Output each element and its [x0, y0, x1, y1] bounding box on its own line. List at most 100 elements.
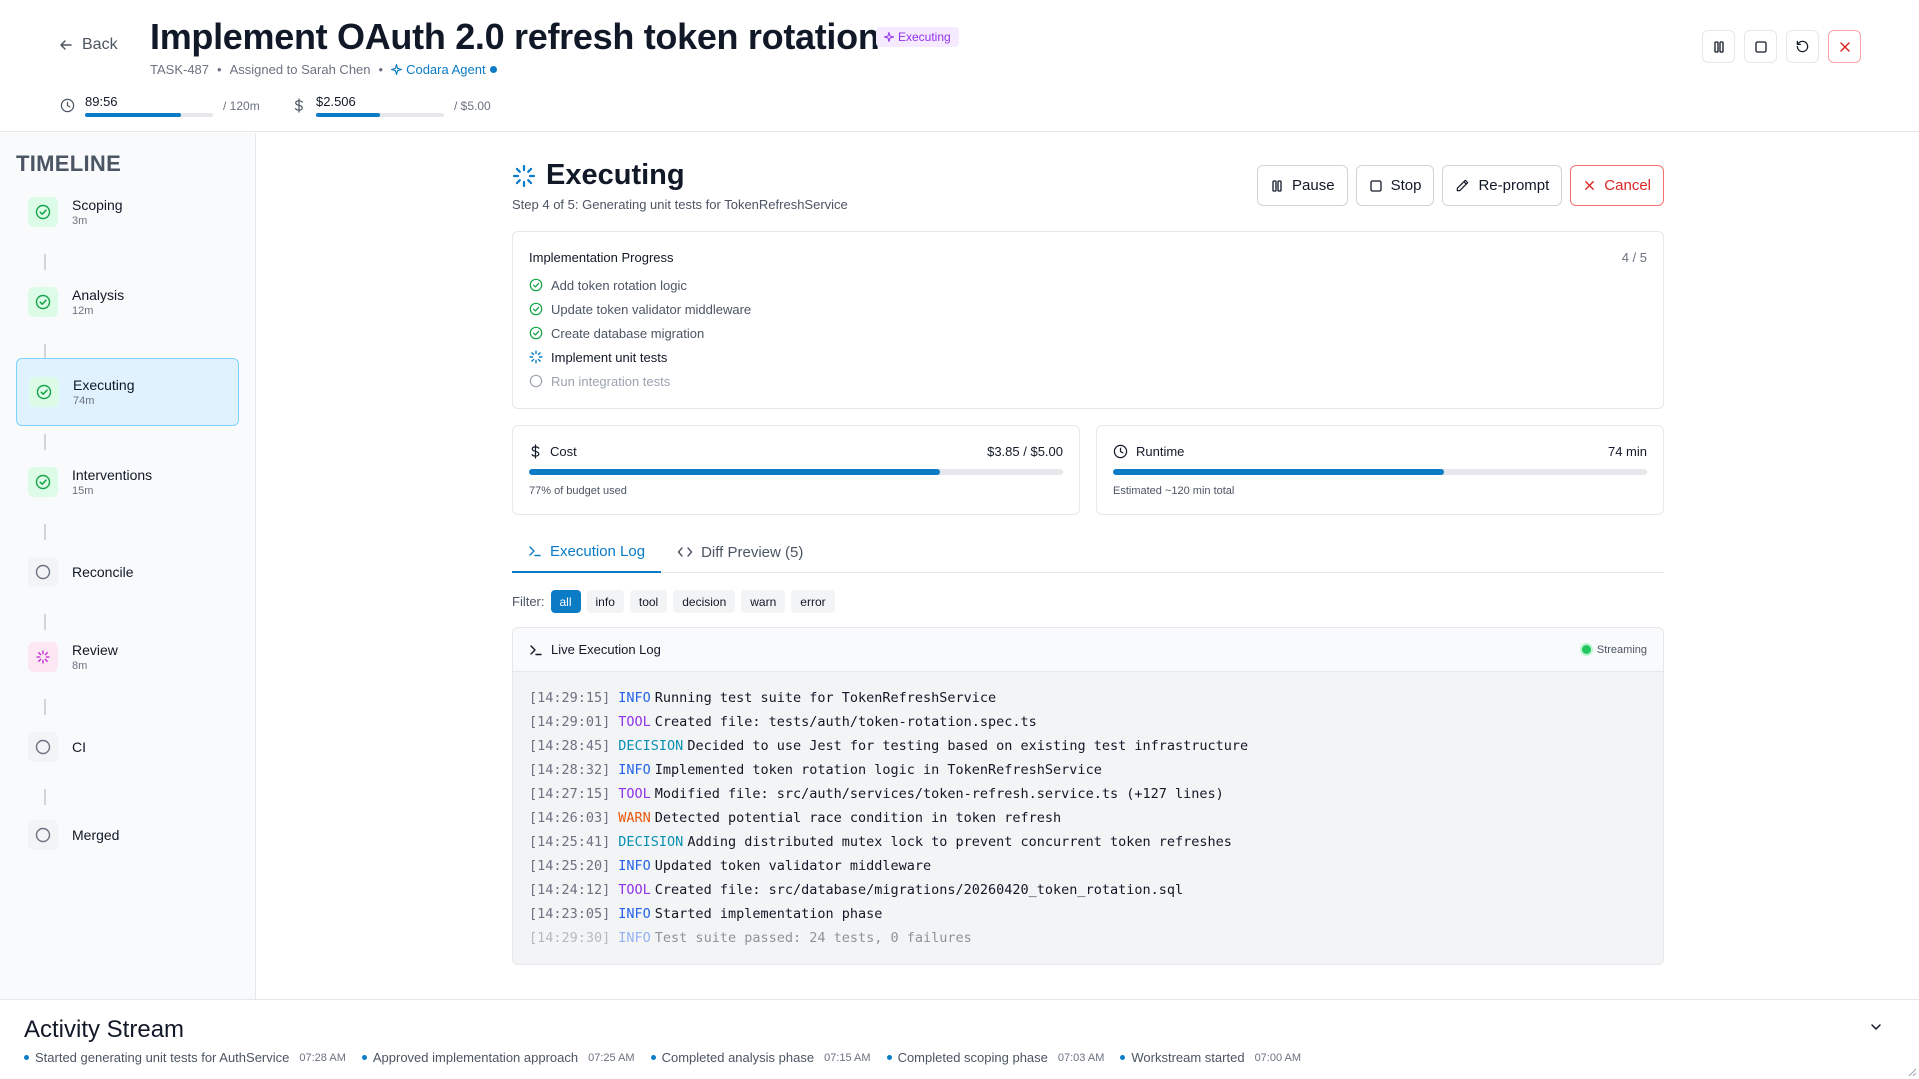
- activity-event: Approved implementation approach 07:25 AM: [361, 1050, 635, 1065]
- pause-window-button[interactable]: [1702, 30, 1735, 63]
- cost-bar: [529, 469, 1063, 475]
- dollar-icon: [531, 444, 540, 459]
- cost-label: Cost: [550, 444, 577, 459]
- timeline-item-scoping[interactable]: Scoping 3m: [16, 178, 239, 246]
- log-line: [14:25:41] DECISION Adding distributed mut…: [529, 830, 1647, 854]
- close-window-button[interactable]: [1828, 30, 1861, 63]
- tab-diff-preview[interactable]: Diff Preview (5): [661, 531, 819, 573]
- activity-event: Started generating unit tests for AuthSe…: [24, 1050, 346, 1065]
- cost-note: 77% of budget used: [529, 485, 627, 497]
- reprompt-button[interactable]: Re-prompt: [1442, 165, 1563, 206]
- timeline-item-time: 8m: [72, 660, 88, 672]
- log-timestamp: [14:26:03]: [529, 810, 611, 826]
- log-line: [14:28:32] INFO Implemented token rotation…: [529, 758, 1647, 782]
- timeline-item-executing[interactable]: Executing 74m: [16, 358, 239, 426]
- close-icon: [1839, 41, 1850, 52]
- meta-separator: •: [378, 62, 384, 77]
- log-line: [14:27:15] TOOL Modified file: src/auth/se…: [529, 782, 1647, 806]
- log-timestamp: [14:29:15]: [529, 690, 611, 706]
- back-button[interactable]: Back: [58, 36, 118, 54]
- time-used: 89:56: [85, 94, 118, 109]
- log-level: TOOL: [618, 786, 651, 802]
- timeline-item-ci[interactable]: CI: [16, 713, 239, 781]
- log-level: WARN: [618, 810, 651, 826]
- stop-window-button[interactable]: [1744, 30, 1777, 63]
- progress-item-label: Update token validator middleware: [551, 301, 752, 317]
- filter-label: Filter:: [512, 594, 545, 609]
- log-line: [14:29:15] INFO Running test suite for Tok…: [529, 686, 1647, 710]
- activity-event-text: Approved implementation approach: [372, 1050, 579, 1065]
- runtime-card: Runtime 74 min Estimated ~120 min total: [1096, 425, 1664, 515]
- meta-separator: •: [217, 62, 222, 77]
- timeline-item-label: Merged: [72, 827, 120, 843]
- agent-link[interactable]: Codara Agent: [391, 62, 497, 77]
- timeline-item-time: 74m: [73, 395, 95, 407]
- log-line: [14:29:30] INFO Test suite passed: 24 test…: [529, 926, 1647, 950]
- timeline-item-analysis[interactable]: Analysis 12m: [16, 268, 239, 336]
- pause-button[interactable]: Pause: [1257, 165, 1348, 206]
- activity-dot: [361, 1055, 367, 1060]
- activity-title: Activity Stream: [24, 1016, 185, 1043]
- stop-label: Stop: [1390, 177, 1422, 194]
- time-progress-fill: [85, 113, 181, 117]
- code-icon: [677, 547, 693, 557]
- timeline-sidebar: TIMELINE Scoping 3m Analysis 12m Executing 74…: [0, 133, 256, 999]
- timeline-item-review[interactable]: Review 8m: [16, 623, 239, 691]
- progress-item: Implement unit tests: [529, 345, 1647, 369]
- filter-chip-tool[interactable]: tool: [629, 590, 668, 613]
- execution-subtitle: Step 4 of 5: Generating unit tests for T…: [512, 197, 848, 212]
- stop-icon: [1369, 179, 1382, 192]
- cost-progress-fill: [316, 113, 380, 117]
- restart-window-button[interactable]: [1786, 30, 1819, 63]
- activity-dot: [24, 1055, 29, 1060]
- back-label: Back: [82, 36, 118, 53]
- activity-event-time: 07:03 AM: [1057, 1051, 1105, 1064]
- activity-event: Completed analysis phase 07:15 AM: [650, 1050, 871, 1065]
- close-icon: [1585, 181, 1595, 190]
- circle-icon: [28, 732, 58, 762]
- spinner-icon: [512, 164, 536, 187]
- tab-execution-log[interactable]: Execution Log: [512, 531, 662, 573]
- activity-event-text: Started generating unit tests for AuthSe…: [35, 1050, 290, 1065]
- streaming-indicator: Streaming: [1581, 644, 1647, 656]
- log-body[interactable]: [14:29:15] INFO Running test suite for Tok…: [513, 672, 1663, 964]
- timeline-item-merged[interactable]: Merged: [16, 801, 239, 869]
- cancel-button[interactable]: Cancel: [1570, 165, 1664, 206]
- log-line: [14:23:05] INFO Started implementation pha…: [529, 902, 1647, 926]
- timeline-title: TIMELINE: [16, 151, 122, 176]
- execution-heading: Executing: [512, 159, 685, 192]
- filter-chip-all[interactable]: all: [550, 590, 581, 613]
- check-circle-icon: [529, 302, 543, 316]
- clock-icon: [1113, 444, 1128, 459]
- activity-event-text: Completed analysis phase: [661, 1050, 815, 1065]
- log-timestamp: [14:27:15]: [529, 786, 611, 802]
- timeline-item-label: Reconcile: [72, 564, 134, 580]
- status-badge-label: Executing: [898, 30, 951, 44]
- agent-status-dot: [489, 66, 497, 73]
- log-line: [14:29:01] TOOL Created file: tests/auth/t…: [529, 710, 1647, 734]
- activity-dot: [1120, 1055, 1126, 1060]
- timeline-item-label: Executing: [73, 377, 135, 393]
- log-level: INFO: [618, 906, 651, 922]
- timeline-item-label: Review: [72, 642, 118, 658]
- resize-handle[interactable]: [1905, 1065, 1917, 1077]
- filter-chip-warn[interactable]: warn: [741, 590, 786, 613]
- collapse-activity-button[interactable]: [1869, 1020, 1883, 1034]
- runtime-value: 74 min: [1607, 444, 1647, 459]
- log-level: TOOL: [618, 882, 651, 898]
- filter-chip-info[interactable]: info: [586, 590, 624, 613]
- log-title: Live Execution Log: [551, 642, 661, 657]
- progress-title: Implementation Progress: [529, 250, 674, 265]
- timeline-item-interventions[interactable]: Interventions 15m: [16, 448, 239, 516]
- stop-button[interactable]: Stop: [1355, 165, 1435, 206]
- log-message: Adding distributed mutex lock to prevent…: [687, 834, 1232, 850]
- timeline-item-time: 12m: [72, 305, 94, 317]
- arrow-left-icon: [60, 40, 72, 50]
- cancel-label: Cancel: [1604, 177, 1651, 194]
- filter-chip-error[interactable]: error: [791, 590, 835, 613]
- timeline-item-reconcile[interactable]: Reconcile: [16, 538, 239, 606]
- progress-item: Create database migration: [529, 321, 1647, 345]
- filter-chip-decision[interactable]: decision: [673, 590, 736, 613]
- cost-bar-fill: [529, 469, 941, 475]
- log-line: [14:25:20] INFO Updated token validator mi…: [529, 854, 1647, 878]
